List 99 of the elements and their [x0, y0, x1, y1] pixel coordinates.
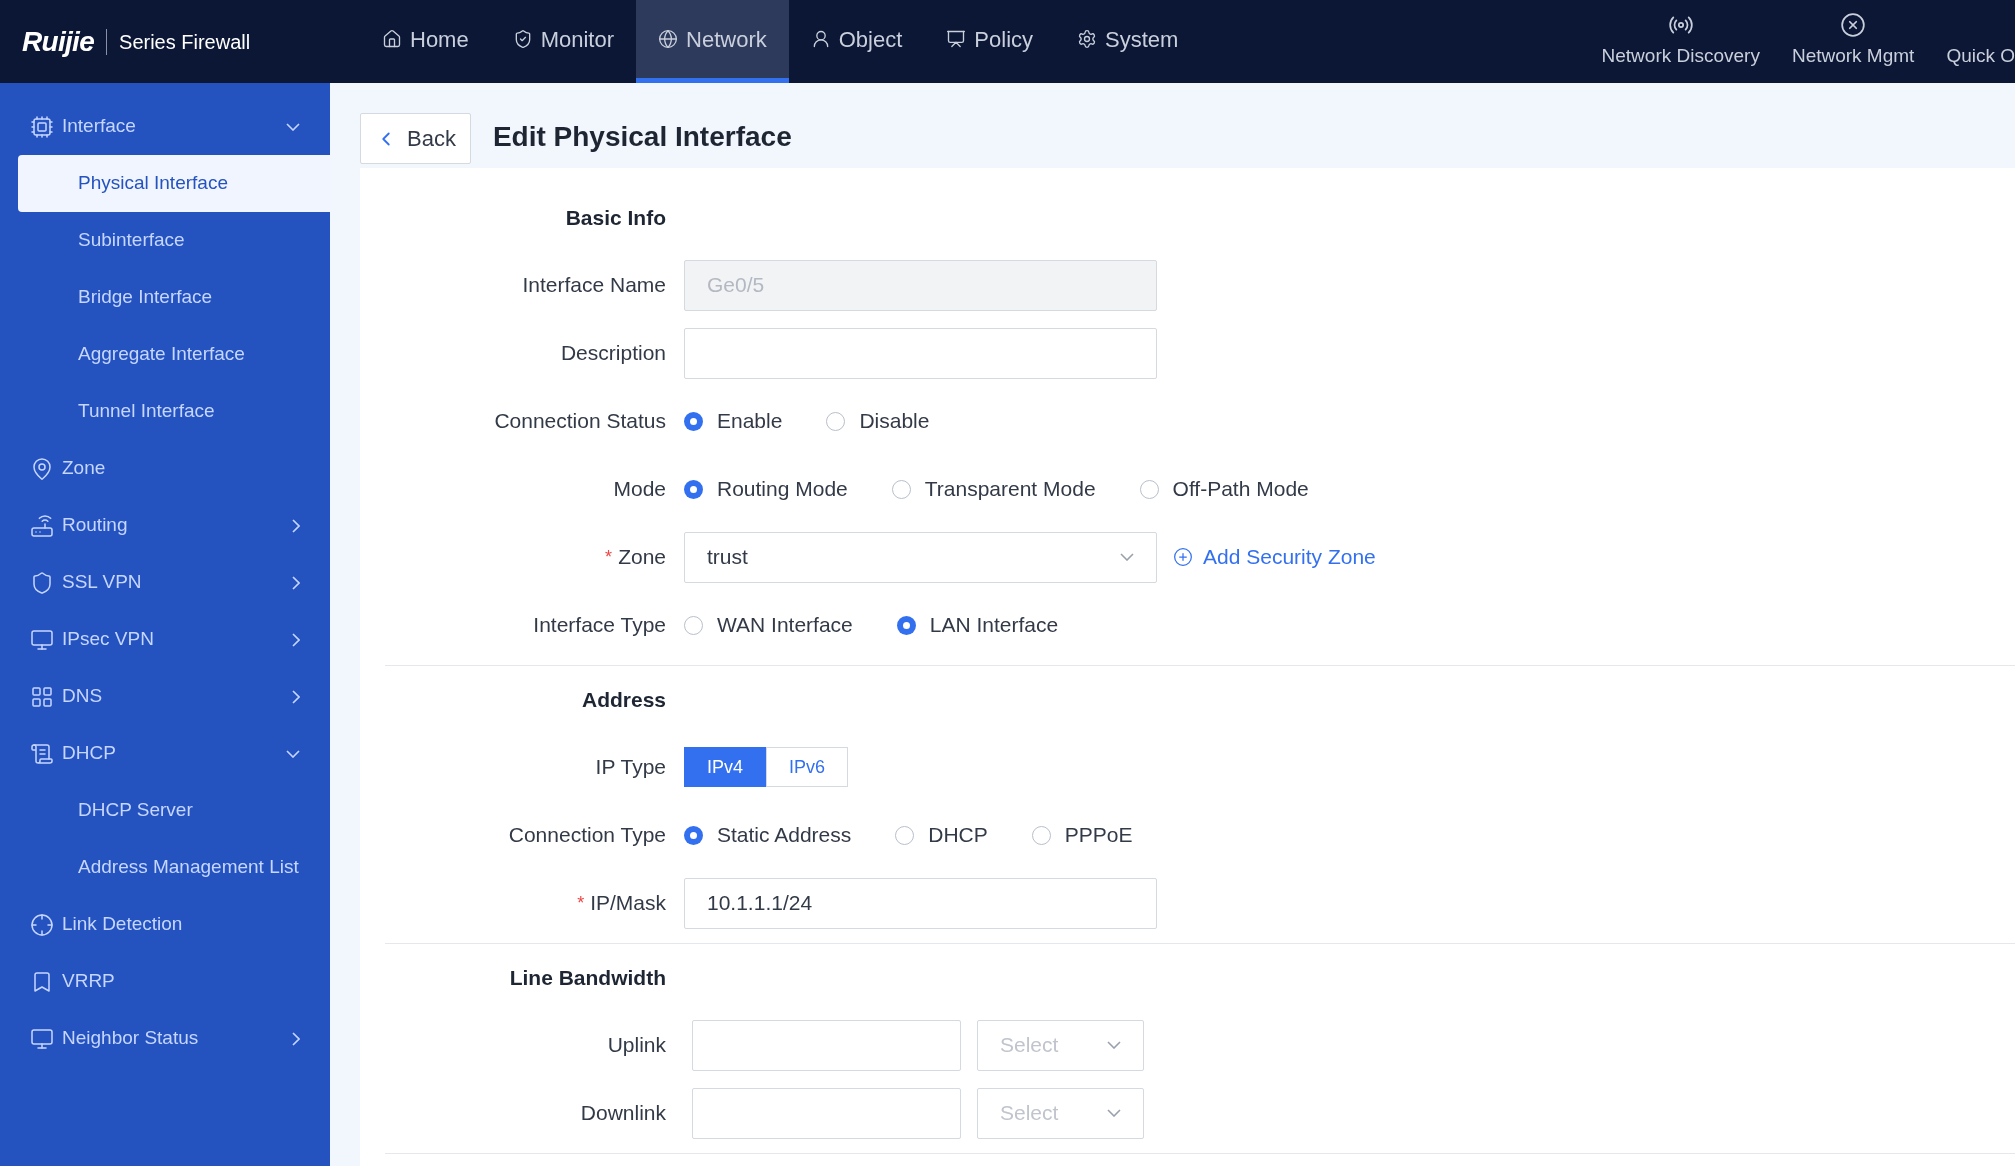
- radio-button[interactable]: [1139, 479, 1159, 499]
- radio-button[interactable]: [684, 411, 703, 431]
- sidebar-subitem[interactable]: Aggregate Interface: [18, 326, 330, 383]
- radio-button[interactable]: [895, 825, 915, 845]
- shield-icon: [30, 570, 54, 595]
- radio-button[interactable]: [1031, 825, 1051, 845]
- radio-button[interactable]: [684, 479, 703, 499]
- radio-label: Routing Mode: [717, 476, 848, 503]
- chevron-down-icon: [1107, 1109, 1121, 1117]
- field-label: Connection Type: [508, 822, 666, 849]
- radio-label: Off-Path Mode: [1172, 476, 1309, 503]
- home-icon: [382, 29, 402, 49]
- chip-icon: [30, 114, 54, 139]
- toolbar-button[interactable]: Network Mgmt: [1791, 0, 1915, 83]
- field-label: Interface Name: [522, 272, 666, 299]
- zone-dropdown[interactable]: trust: [684, 531, 1157, 583]
- required-mark: *: [605, 545, 613, 569]
- radio-button[interactable]: [896, 615, 916, 635]
- brand-logo: Ruijie: [22, 24, 95, 59]
- required-mark: *: [577, 891, 585, 915]
- chevron-right-icon: [292, 632, 300, 647]
- bandwidth-input-field[interactable]: [692, 1019, 961, 1071]
- field-label: Uplink: [607, 1032, 666, 1059]
- text-input-field[interactable]: 10.1.1.1/24: [684, 877, 1157, 929]
- sidebar-subitem[interactable]: Tunnel Interface: [18, 383, 330, 440]
- crossed-circle-icon: [1840, 12, 1867, 39]
- chevron-right-icon: [292, 689, 300, 704]
- sidebar-item[interactable]: DHCP: [0, 725, 330, 782]
- radio-label: DHCP: [928, 822, 988, 849]
- ip-type-tab[interactable]: IPv4: [684, 747, 766, 787]
- chevron-down-icon: [286, 122, 300, 131]
- plus-circle-icon[interactable]: [1173, 547, 1193, 567]
- sidebar-subitem[interactable]: Physical Interface: [18, 155, 330, 212]
- field-label: IP Type: [595, 754, 666, 781]
- radio-label: Transparent Mode: [924, 476, 1096, 503]
- ip-type-tab[interactable]: IPv6: [766, 747, 848, 787]
- sidebar-item[interactable]: Interface: [0, 98, 330, 155]
- sidebar-item[interactable]: Link Detection: [0, 896, 330, 953]
- toolbar-button[interactable]: Quick O: [1946, 0, 2015, 83]
- back-button[interactable]: Back: [360, 113, 471, 164]
- sidebar-item[interactable]: VRRP: [0, 953, 330, 1010]
- router-icon: [30, 513, 54, 538]
- chevron-right-icon: [292, 1031, 300, 1046]
- page-title: Edit Physical Interface: [492, 119, 792, 154]
- nav-tab[interactable]: Network: [636, 0, 789, 83]
- text-input-field[interactable]: [684, 327, 1157, 379]
- sidebar-item[interactable]: Routing: [0, 497, 330, 554]
- field-label: Mode: [613, 476, 666, 503]
- sidebar-item[interactable]: Neighbor Status: [0, 1010, 330, 1067]
- section-title: Address: [580, 687, 666, 714]
- sidebar-item[interactable]: Zone: [0, 440, 330, 497]
- list-icon: [30, 741, 54, 766]
- section-title: Basic Info: [564, 205, 666, 232]
- field-label: Interface Type: [533, 612, 666, 639]
- sidebar-subitem[interactable]: Address Management List: [18, 839, 330, 896]
- sidebar-item[interactable]: SSL VPN: [0, 554, 330, 611]
- field-label: Downlink: [580, 1100, 666, 1127]
- radio-label: PPPoE: [1064, 822, 1133, 849]
- nav-tab[interactable]: Policy: [924, 0, 1055, 83]
- sidebar-item[interactable]: DNS: [0, 668, 330, 725]
- sidebar-subitem[interactable]: Subinterface: [18, 212, 330, 269]
- toolbar-button[interactable]: Network Discovery: [1601, 0, 1760, 83]
- add-security-zone-link[interactable]: Add Security Zone: [1203, 541, 1376, 573]
- map-pin-icon: [30, 456, 54, 481]
- nav-tab[interactable]: Object: [788, 0, 925, 83]
- radio-label: Enable: [717, 408, 783, 435]
- sidebar-item[interactable]: IPsec VPN: [0, 611, 330, 668]
- section-title: Line Bandwidth: [508, 965, 666, 992]
- sidebar-subitem[interactable]: DHCP Server: [18, 782, 330, 839]
- chevron-right-icon: [292, 575, 300, 590]
- chevron-down-icon: [1120, 553, 1134, 561]
- settings-icon: [1077, 29, 1097, 49]
- nav-tab[interactable]: Home: [360, 0, 491, 83]
- field-label: IP/Mask: [590, 890, 666, 917]
- grid-icon: [30, 684, 54, 709]
- nav-tab[interactable]: System: [1055, 0, 1201, 83]
- product-name: Series Firewall: [119, 29, 251, 55]
- sidebar-subitem[interactable]: Bridge Interface: [18, 269, 330, 326]
- radio-button[interactable]: [684, 825, 703, 845]
- chevron-down-icon: [1107, 1041, 1121, 1049]
- bandwidth-input-field[interactable]: [692, 1087, 961, 1139]
- radio-label: WAN Interface: [717, 612, 853, 639]
- radio-button[interactable]: [826, 411, 846, 431]
- chevron-down-icon: [286, 749, 300, 758]
- chevron-right-icon: [292, 518, 300, 533]
- radio-label: Static Address: [717, 822, 852, 849]
- monitor-icon: [30, 1026, 54, 1051]
- radio-button[interactable]: [891, 479, 911, 499]
- field-label: Zone: [618, 544, 666, 571]
- field-label: Connection Status: [494, 408, 666, 435]
- crosshair-icon: [30, 912, 54, 937]
- monitor-icon: [30, 627, 54, 652]
- board-icon: [946, 29, 967, 49]
- radio-button[interactable]: [684, 615, 703, 635]
- radio-label: LAN Interface: [929, 612, 1059, 639]
- globe-icon: [658, 29, 679, 49]
- nav-tab[interactable]: Monitor: [490, 0, 637, 83]
- field-label: Description: [560, 340, 666, 367]
- radio-label: Disable: [859, 408, 930, 435]
